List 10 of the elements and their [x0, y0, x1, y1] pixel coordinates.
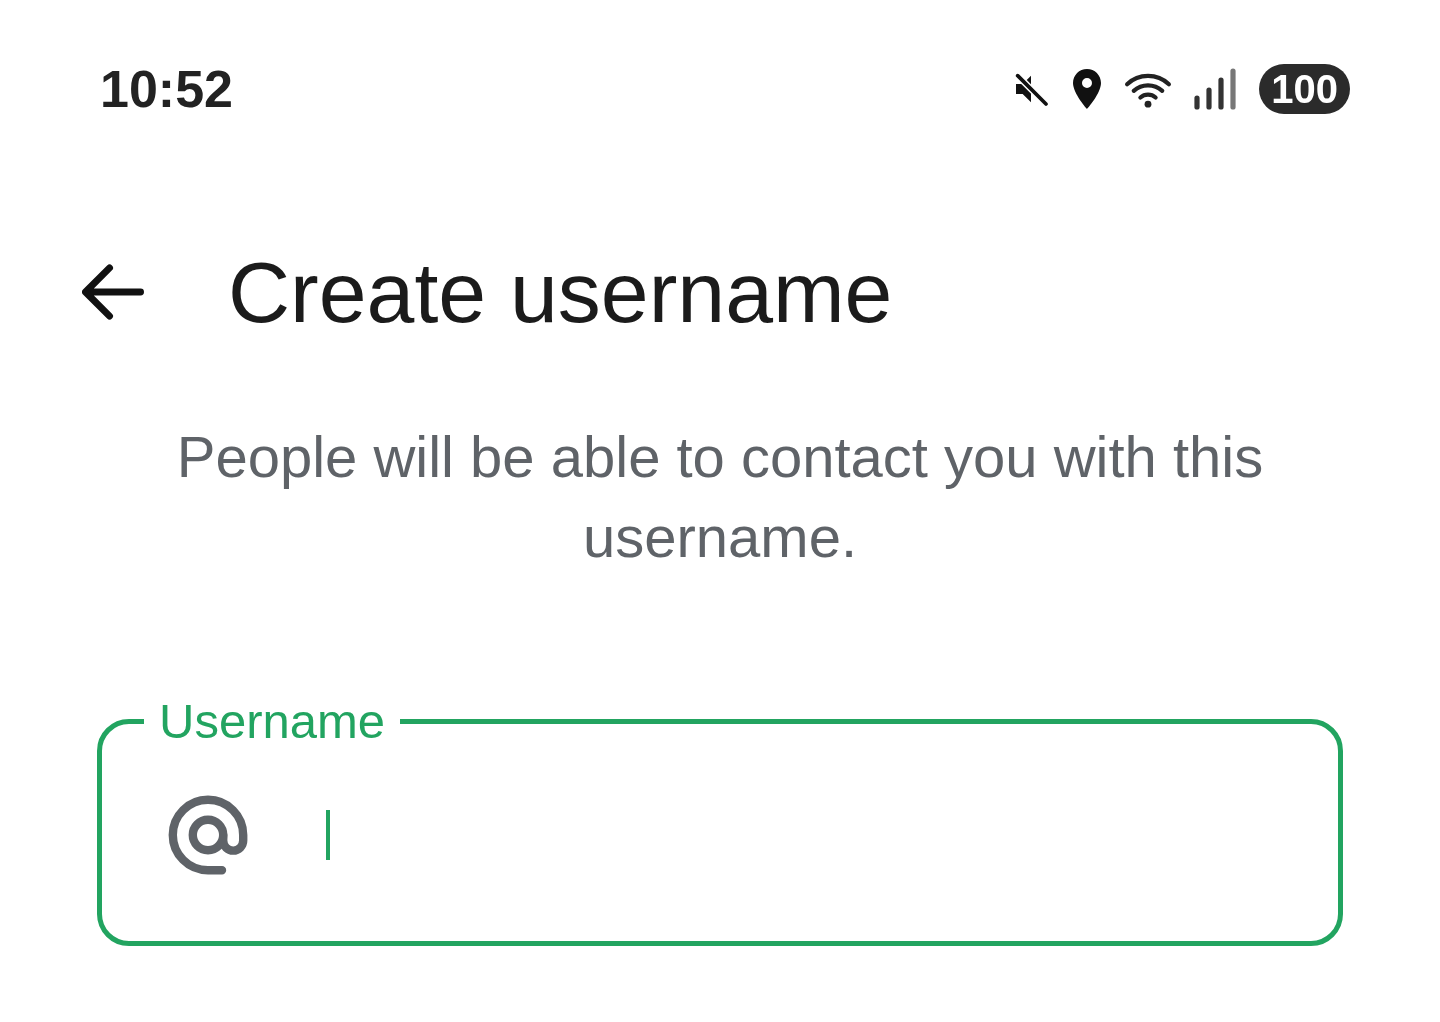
- text-cursor-icon: [326, 810, 330, 860]
- at-sign-icon: [168, 795, 248, 875]
- page-title: Create username: [228, 249, 893, 335]
- field-label: Username: [158, 693, 387, 749]
- location-pin-icon: [1071, 69, 1104, 109]
- signal-bars-icon: [1193, 68, 1238, 110]
- description-text: People will be able to contact you with this username.: [175, 423, 1265, 571]
- back-arrow-icon: [82, 263, 144, 321]
- battery-level: 100: [1259, 64, 1350, 114]
- status-time: 10:52: [100, 63, 233, 115]
